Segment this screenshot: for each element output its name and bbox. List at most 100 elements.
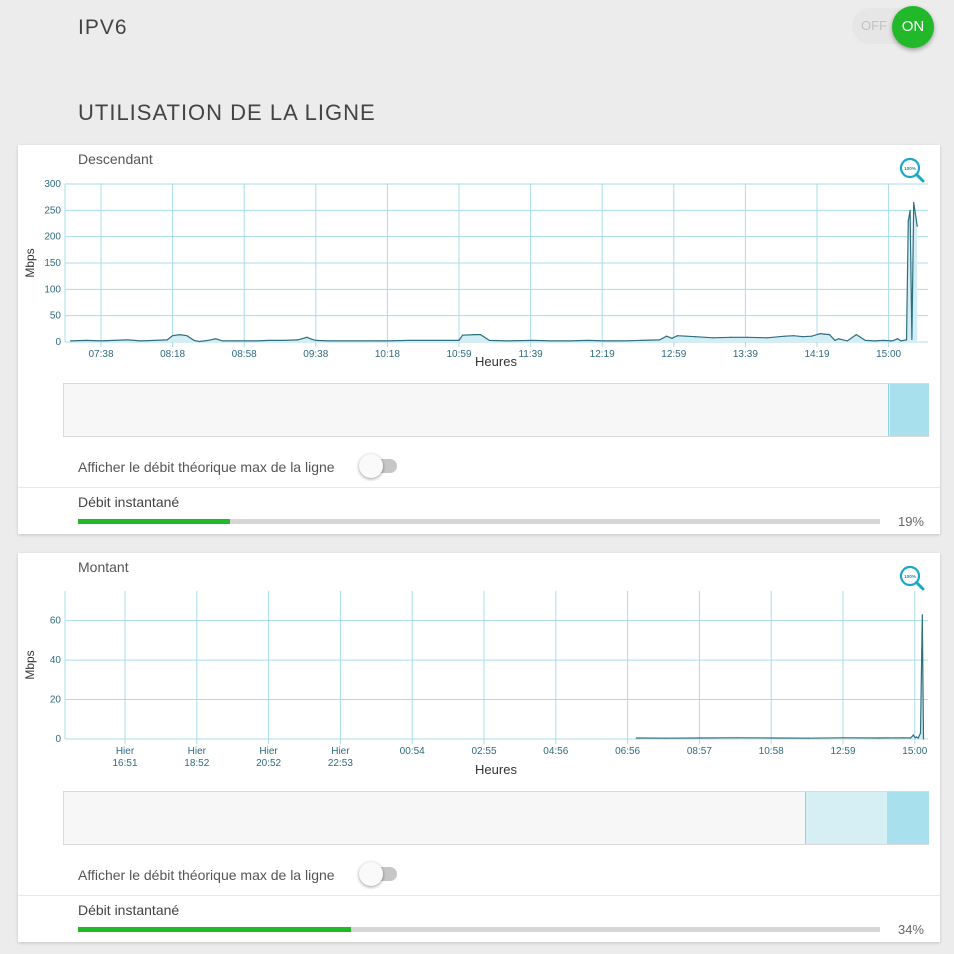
download-chart-point xyxy=(386,340,388,342)
upload-chart-point xyxy=(909,737,912,739)
download-progress-fill xyxy=(78,519,231,524)
download-chart-point xyxy=(837,338,840,340)
upload-navigator-series xyxy=(887,792,929,844)
upload-chart-xtick-label: Hier xyxy=(331,746,350,757)
download-chart-xtick-label: 08:58 xyxy=(232,349,257,360)
download-navigator[interactable] xyxy=(63,383,929,437)
download-chart-point xyxy=(896,338,899,340)
download-chart-point xyxy=(268,339,270,342)
download-chart-ytick-label: 50 xyxy=(50,311,62,322)
download-chart-point xyxy=(311,338,313,340)
upload-chart-series-area xyxy=(636,614,924,739)
upload-navigator[interactable] xyxy=(63,791,929,845)
ipv6-toggle-off-label: OFF xyxy=(861,18,887,33)
ipv6-title: IPV6 xyxy=(78,16,128,39)
download-chart-point xyxy=(100,340,102,342)
download-chart-point xyxy=(828,334,831,336)
upload-chart-xtick-label: 20:52 xyxy=(256,758,281,769)
download-chart-ylabel: Mbps xyxy=(23,248,37,277)
upload-chart-point xyxy=(736,737,738,739)
upload-chart-point xyxy=(914,737,916,739)
download-chart-xtick-label: 07:38 xyxy=(88,349,113,360)
upload-max-toggle-knob xyxy=(359,862,383,886)
upload-chart-point xyxy=(807,737,809,739)
download-chart-series-area xyxy=(70,202,918,342)
ipv6-toggle-knob: ON xyxy=(892,6,934,48)
download-chart-ytick-label: 0 xyxy=(55,337,61,348)
upload-chart-xtick-label: 16:51 xyxy=(112,758,137,769)
download-chart-point xyxy=(166,339,168,341)
download-chart-point xyxy=(905,339,908,341)
download-chart-point xyxy=(819,332,822,335)
download-chart-point xyxy=(603,340,605,342)
download-chart-point xyxy=(623,340,625,342)
upload-chart-xtick-label: 22:53 xyxy=(328,758,353,769)
download-chart-point xyxy=(802,336,804,338)
download-divider xyxy=(18,487,940,488)
download-chart-point xyxy=(909,209,911,211)
upload-chart-point xyxy=(772,737,774,739)
download-chart-point xyxy=(198,340,201,343)
upload-chart-xtick-label: 00:54 xyxy=(400,746,425,757)
download-chart-point xyxy=(69,340,72,342)
upload-chart-point xyxy=(921,614,923,616)
upload-chart-series-line xyxy=(636,614,925,740)
download-chart-point xyxy=(461,334,464,336)
download-chart-point xyxy=(818,333,820,335)
download-chart-point xyxy=(730,336,732,338)
upload-chart-point xyxy=(902,737,904,739)
upload-chart-xtick-label: Hier xyxy=(188,746,207,757)
download-chart-xtick-label: 12:19 xyxy=(590,349,615,360)
upload-max-toggle[interactable] xyxy=(359,862,399,886)
upload-chart-point xyxy=(919,732,922,734)
download-progress-bar xyxy=(78,519,880,524)
download-chart-xtick-label: 08:18 xyxy=(160,349,185,360)
download-chart-point xyxy=(222,340,224,342)
upload-chart-xtick-label: 15:00 xyxy=(902,746,927,757)
download-chart: 0 50 100 150 200 250 300 07:38 08:18 08:58 09:38 10… xyxy=(23,179,928,369)
download-chart-xtick-label: 11:39 xyxy=(518,349,543,360)
download-chart-point xyxy=(811,335,813,337)
download-chart-ytick-label: 250 xyxy=(44,205,61,216)
download-chart-xtick-label: 15:00 xyxy=(876,349,901,360)
upload-inst-label: Débit instantané xyxy=(78,902,180,918)
upload-chart-ytick-label: 40 xyxy=(50,655,62,666)
upload-chart-point xyxy=(879,737,881,739)
upload-chart-point xyxy=(912,734,915,736)
download-chart-point xyxy=(916,225,918,227)
upload-chart-point xyxy=(635,737,637,739)
download-chart-point xyxy=(823,333,825,335)
upload-chart-point xyxy=(843,737,845,739)
download-chart-point xyxy=(172,335,174,337)
download-chart-point xyxy=(282,339,285,342)
ipv6-toggle[interactable]: OFF ON xyxy=(852,6,934,48)
download-chart-point xyxy=(297,339,299,341)
download-chart-point xyxy=(666,335,668,337)
download-chart-xlabel: Heures xyxy=(475,354,517,369)
download-chart-point xyxy=(363,340,365,342)
upload-progress-fill xyxy=(78,927,351,932)
download-chart-point xyxy=(864,339,866,342)
upload-chart-ytick-label: 0 xyxy=(55,734,61,745)
upload-chart-xtick-label: 02:55 xyxy=(471,746,496,757)
download-chart-point xyxy=(671,337,673,339)
section-title: UTILISATION DE LA LIGNE xyxy=(78,100,376,125)
download-chart-point xyxy=(327,340,329,342)
download-chart-point xyxy=(474,334,476,336)
download-chart-point xyxy=(435,339,437,342)
download-chart-point xyxy=(913,201,915,204)
upload-chart-xlabel: Heures xyxy=(475,762,517,777)
download-chart-point xyxy=(127,339,129,341)
download-chart-point xyxy=(408,339,410,342)
download-chart-point xyxy=(193,339,195,342)
download-chart-point xyxy=(345,340,347,342)
upload-percent: 34% xyxy=(897,922,924,937)
download-chart-point xyxy=(256,340,258,342)
download-chart-point xyxy=(179,334,181,336)
download-max-toggle[interactable] xyxy=(359,454,399,478)
upload-chart-point xyxy=(922,738,925,740)
download-navigator-series xyxy=(890,384,929,436)
download-chart-point xyxy=(154,339,156,342)
upload-progress-bar xyxy=(78,927,880,932)
download-chart-point xyxy=(458,339,460,342)
